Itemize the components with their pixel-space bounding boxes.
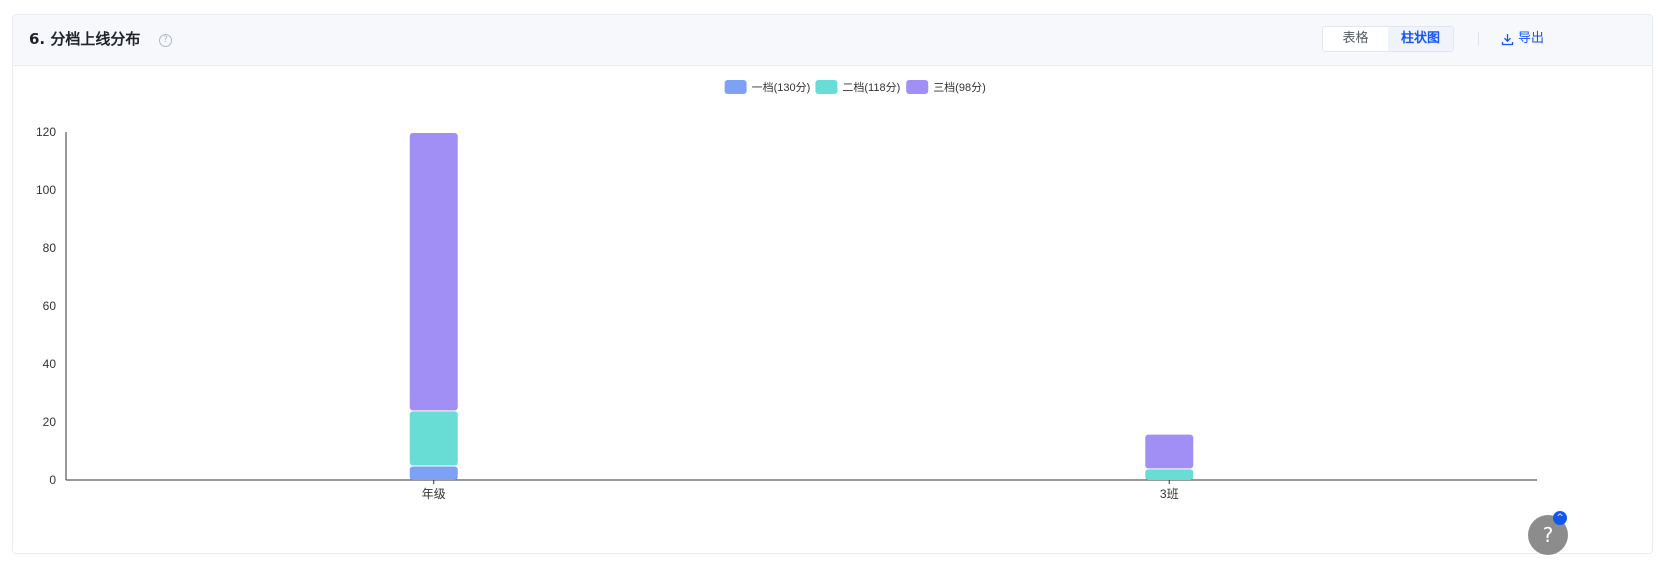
y-tick-label: 20 <box>43 415 57 429</box>
y-tick-label: 120 <box>36 125 56 139</box>
bar-segment <box>1145 434 1194 469</box>
stacked-bar-chart: 0 20 40 60 80 100 120 年级 3班 一档(130分) 二档(118分) 三档(98… <box>36 80 1537 501</box>
y-tick-label: 60 <box>43 299 57 313</box>
x-tick-label: 年级 <box>422 487 446 501</box>
legend-swatch <box>906 80 929 94</box>
y-tick-label: 40 <box>43 357 57 371</box>
bar-segment <box>409 466 458 480</box>
chevron-up-icon[interactable]: ^ <box>1553 511 1567 525</box>
legend-swatch <box>815 80 838 94</box>
legend-label: 三档(98分) <box>933 80 986 94</box>
bar-segment <box>409 133 458 411</box>
bar-segment <box>1145 469 1194 480</box>
legend-label: 一档(130分) <box>752 80 811 94</box>
y-tick-label: 100 <box>36 183 56 197</box>
y-tick-label: 0 <box>49 473 56 487</box>
legend-swatch <box>724 80 747 94</box>
y-tick-label: 80 <box>43 241 57 255</box>
legend-label: 二档(118分) <box>842 80 900 94</box>
bar-segment <box>409 411 458 466</box>
x-tick-label: 3班 <box>1160 487 1179 501</box>
